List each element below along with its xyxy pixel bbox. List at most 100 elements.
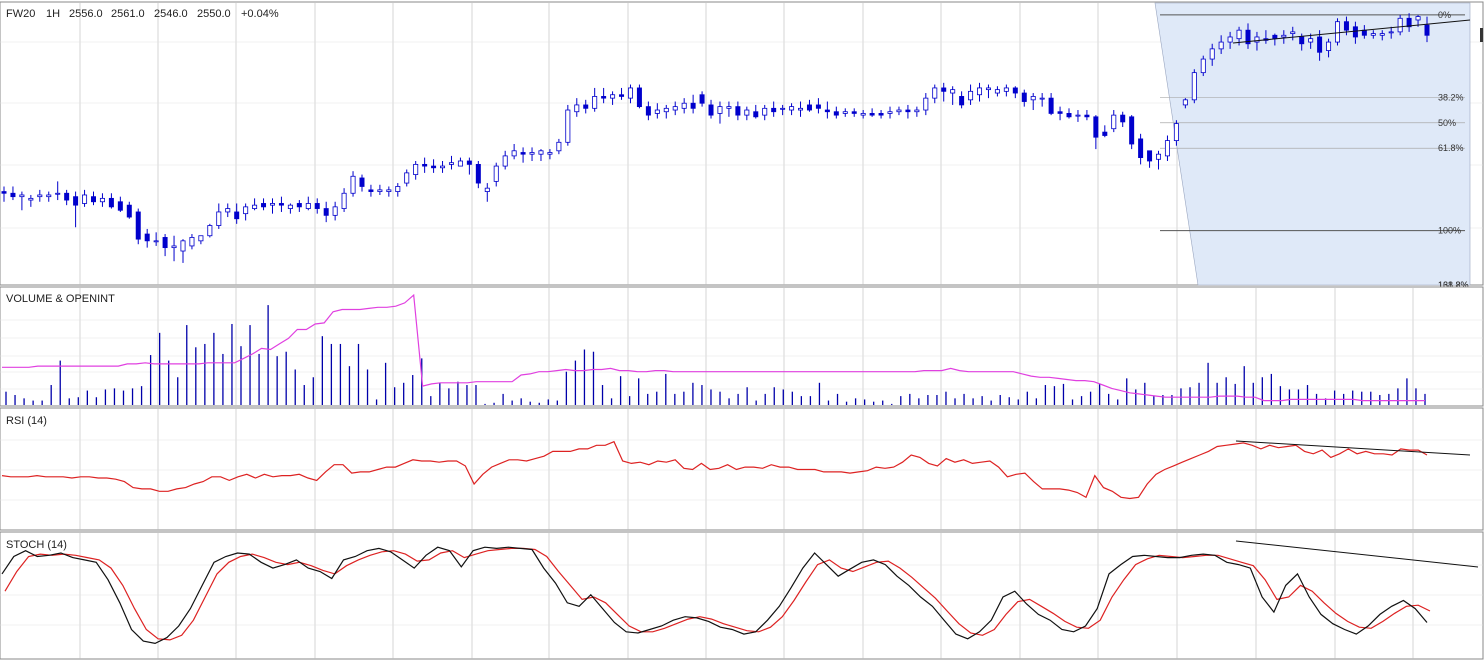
high-value: 2561.0 bbox=[111, 8, 145, 20]
candle-body bbox=[341, 192, 347, 209]
candle-body bbox=[1021, 92, 1027, 102]
stoch-panel-bg bbox=[0, 531, 1484, 660]
candle-body bbox=[1173, 123, 1179, 142]
candle-body bbox=[135, 211, 141, 240]
candle-body bbox=[1326, 41, 1332, 51]
candle-body bbox=[959, 96, 965, 106]
open-value: 2556.0 bbox=[69, 8, 103, 20]
candle-body bbox=[806, 104, 812, 111]
stock-chart[interactable]: 0%38.2%50%61.8%100%138.2%161.8% FW20 1H … bbox=[0, 0, 1484, 660]
candle-body bbox=[377, 189, 383, 192]
candle-body bbox=[46, 194, 52, 198]
candle-body bbox=[1209, 48, 1215, 60]
candle-body bbox=[619, 94, 625, 97]
candle-body bbox=[73, 196, 79, 206]
candle-body bbox=[10, 192, 16, 198]
candle-body bbox=[789, 106, 795, 111]
candle-body bbox=[1379, 33, 1385, 36]
price-axis-handle[interactable] bbox=[1480, 28, 1483, 42]
interval-label: 1H bbox=[46, 8, 60, 20]
candle-body bbox=[601, 96, 607, 99]
candle-body bbox=[1299, 36, 1305, 45]
candle-body bbox=[1120, 114, 1126, 123]
candle-body bbox=[851, 111, 857, 114]
candle-body bbox=[332, 206, 338, 216]
candle-body bbox=[672, 106, 678, 111]
candle-body bbox=[511, 150, 517, 157]
candle-body bbox=[1066, 113, 1072, 118]
candle-body bbox=[153, 240, 159, 243]
candle-body bbox=[1361, 29, 1367, 36]
candle-body bbox=[1048, 97, 1054, 114]
low-value: 2546.0 bbox=[154, 8, 188, 20]
candle-body bbox=[1388, 31, 1394, 34]
candle-body bbox=[547, 152, 553, 155]
candle-body bbox=[860, 113, 866, 116]
price-panel[interactable]: 0%38.2%50%61.8%100%138.2%161.8% FW20 1H … bbox=[0, 1, 1484, 290]
candle-body bbox=[144, 233, 150, 242]
candle-body bbox=[1075, 114, 1081, 117]
candle-body bbox=[484, 187, 490, 192]
fib-level-label: 50% bbox=[1438, 118, 1456, 128]
candle-body bbox=[1308, 38, 1314, 43]
rsi-panel[interactable]: RSI (14) bbox=[0, 407, 1484, 531]
candle-body bbox=[1424, 24, 1430, 36]
candle-body bbox=[1272, 34, 1278, 40]
candle-body bbox=[287, 204, 293, 209]
candle-body bbox=[1102, 131, 1108, 136]
candle-body bbox=[323, 208, 329, 216]
fib-level-label: 100% bbox=[1438, 226, 1461, 236]
candle-body bbox=[1084, 114, 1090, 118]
candle-body bbox=[780, 107, 786, 110]
candle-body bbox=[654, 109, 660, 114]
candle-body bbox=[368, 189, 374, 192]
candle-body bbox=[207, 225, 213, 237]
fibonacci-retracement[interactable]: 0%38.2%50%61.8%100%138.2%161.8% bbox=[1154, 2, 1471, 290]
volume-panel-title: VOLUME & OPENINT bbox=[6, 293, 115, 305]
candle-body bbox=[1227, 36, 1233, 43]
candle-body bbox=[994, 89, 1000, 94]
candle-body bbox=[448, 162, 454, 165]
candle-body bbox=[108, 197, 114, 208]
candle-body bbox=[314, 203, 320, 209]
candle-body bbox=[1370, 33, 1376, 36]
candle-body bbox=[896, 109, 902, 113]
candle-body bbox=[1030, 96, 1036, 101]
candle-body bbox=[117, 201, 123, 211]
candle-body bbox=[1156, 153, 1162, 160]
candle-body bbox=[968, 90, 974, 101]
volume-panel[interactable]: VOLUME & OPENINT bbox=[0, 286, 1484, 407]
candle-body bbox=[529, 152, 535, 155]
candle-body bbox=[431, 165, 437, 169]
candle-body bbox=[234, 211, 240, 220]
candle-body bbox=[833, 111, 839, 116]
candle-body bbox=[225, 208, 231, 213]
candle-body bbox=[824, 109, 830, 113]
candle-body bbox=[1039, 97, 1045, 100]
candle-body bbox=[466, 160, 472, 165]
candle-body bbox=[1182, 99, 1188, 106]
candle-body bbox=[726, 106, 732, 109]
candle-body bbox=[198, 235, 204, 242]
candle-body bbox=[923, 97, 929, 111]
candle-body bbox=[681, 102, 687, 109]
candle-body bbox=[296, 203, 302, 208]
candle-body bbox=[422, 163, 428, 167]
candle-body bbox=[261, 203, 267, 208]
candle-body bbox=[753, 111, 759, 118]
fib-level-label: 61.8% bbox=[1438, 143, 1464, 153]
fib-level-label: 38.2% bbox=[1438, 92, 1464, 102]
candle-body bbox=[413, 163, 419, 175]
candle-body bbox=[404, 172, 410, 184]
candle-body bbox=[126, 204, 132, 218]
stoch-panel[interactable]: STOCH (14) bbox=[0, 531, 1484, 660]
candle-body bbox=[941, 87, 947, 92]
candle-body bbox=[762, 107, 768, 116]
candle-body bbox=[64, 192, 70, 201]
change-value: +0.04% bbox=[241, 8, 279, 20]
candle-body bbox=[180, 240, 186, 252]
candle-body bbox=[565, 109, 571, 143]
candle-body bbox=[708, 104, 714, 116]
candle-body bbox=[252, 204, 258, 209]
candle-body bbox=[636, 87, 642, 108]
